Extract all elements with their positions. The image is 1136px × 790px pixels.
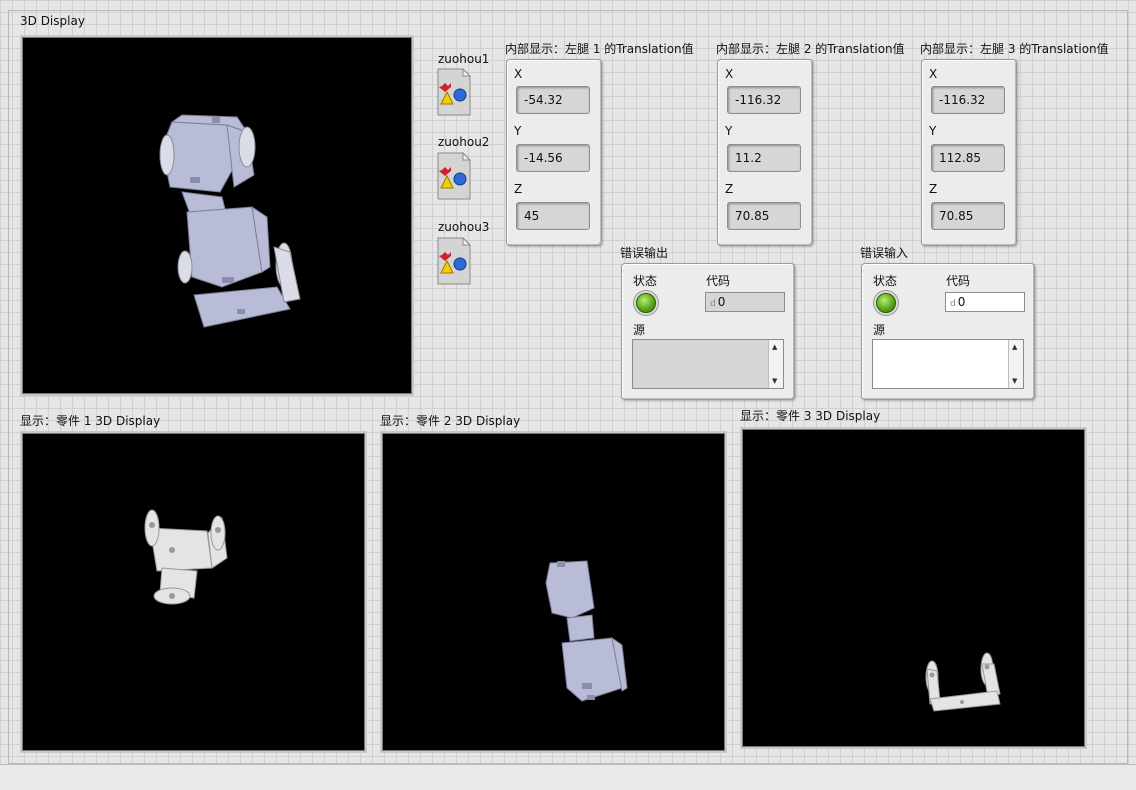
scroll-up-arrow-icon[interactable]: ▲ <box>1012 343 1017 351</box>
part-2-3d-display[interactable] <box>380 431 727 753</box>
y-label: Y <box>514 124 522 138</box>
part-1-3d-display[interactable] <box>20 431 367 753</box>
scene-object-refnum-icon[interactable] <box>437 236 472 285</box>
error-out-title: 错误输出 <box>620 246 669 260</box>
robot-leg-model <box>159 114 301 328</box>
code-label: 代码 <box>706 274 731 288</box>
bracket-part-model <box>144 509 228 605</box>
refnum-label-zuohou3: zuohou3 <box>438 220 490 234</box>
status-led-indicator <box>636 293 656 313</box>
scroll-down-arrow-icon[interactable]: ▼ <box>772 377 777 385</box>
error-in-title: 错误输入 <box>860 246 909 260</box>
code-value: 0 <box>957 295 966 309</box>
translation-2-title: 内部显示：左腿 2 的Translation值 <box>716 42 905 56</box>
y-label: Y <box>929 124 937 138</box>
y-label: Y <box>725 124 733 138</box>
z-label: Z <box>725 182 734 196</box>
translation-3-cluster: X -116.32 Y 112.85 Z 70.85 <box>921 59 1017 246</box>
translation-1-x-indicator: -54.32 <box>516 86 590 114</box>
source-scrollbar[interactable]: ▲ ▼ <box>768 340 783 388</box>
translation-3-y-indicator: 112.85 <box>931 144 1005 172</box>
source-scrollbar[interactable]: ▲ ▼ <box>1008 340 1023 388</box>
scene-object-refnum-icon[interactable] <box>437 67 472 116</box>
error-in-cluster: 状态 代码 d0 源 ▲ ▼ <box>861 263 1035 400</box>
main-display-label: 3D Display <box>20 14 85 28</box>
translation-1-z-indicator: 45 <box>516 202 590 230</box>
part-3-3d-display[interactable] <box>740 427 1087 749</box>
x-label: X <box>514 67 523 81</box>
translation-3-x-indicator: -116.32 <box>931 86 1005 114</box>
x-label: X <box>929 67 938 81</box>
translation-1-cluster: X -54.32 Y -14.56 Z 45 <box>506 59 602 246</box>
translation-1-title: 内部显示：左腿 1 的Translation值 <box>505 42 694 56</box>
refnum-label-zuohou2: zuohou2 <box>438 135 490 149</box>
x-label: X <box>725 67 734 81</box>
source-control[interactable]: ▲ ▼ <box>872 339 1024 389</box>
part-2-display-label: 显示：零件 2 3D Display <box>380 414 521 428</box>
z-label: Z <box>514 182 523 196</box>
code-label: 代码 <box>946 274 971 288</box>
error-out-cluster: 状态 代码 d0 源 ▲ ▼ <box>621 263 795 400</box>
refnum-label-zuohou1: zuohou1 <box>438 52 490 66</box>
scroll-up-arrow-icon[interactable]: ▲ <box>772 343 777 351</box>
translation-2-cluster: X -116.32 Y 11.2 Z 70.85 <box>717 59 813 246</box>
code-prefix: d <box>710 299 716 309</box>
status-label: 状态 <box>873 274 898 288</box>
source-indicator: ▲ ▼ <box>632 339 784 389</box>
part-1-display-label: 显示：零件 1 3D Display <box>20 414 161 428</box>
code-prefix: d <box>950 299 956 309</box>
scroll-down-arrow-icon[interactable]: ▼ <box>1012 377 1017 385</box>
translation-3-title: 内部显示：左腿 3 的Translation值 <box>920 42 1109 56</box>
status-label: 状态 <box>633 274 658 288</box>
source-label: 源 <box>873 323 886 337</box>
translation-2-x-indicator: -116.32 <box>727 86 801 114</box>
translation-2-y-indicator: 11.2 <box>727 144 801 172</box>
translation-1-y-indicator: -14.56 <box>516 144 590 172</box>
main-3d-display[interactable] <box>20 35 414 396</box>
part-3-display-label: 显示：零件 3 3D Display <box>740 409 881 423</box>
status-led-button[interactable] <box>876 293 896 313</box>
z-label: Z <box>929 182 938 196</box>
servo-assembly-model <box>545 560 628 702</box>
horizontal-scrollbar[interactable] <box>0 764 1136 790</box>
translation-2-z-indicator: 70.85 <box>727 202 801 230</box>
u-bracket-model <box>925 652 1001 712</box>
scene-object-refnum-icon[interactable] <box>437 151 472 200</box>
translation-3-z-indicator: 70.85 <box>931 202 1005 230</box>
code-control[interactable]: d0 <box>945 292 1025 312</box>
code-value: 0 <box>717 295 726 309</box>
code-indicator: d0 <box>705 292 785 312</box>
source-label: 源 <box>633 323 646 337</box>
